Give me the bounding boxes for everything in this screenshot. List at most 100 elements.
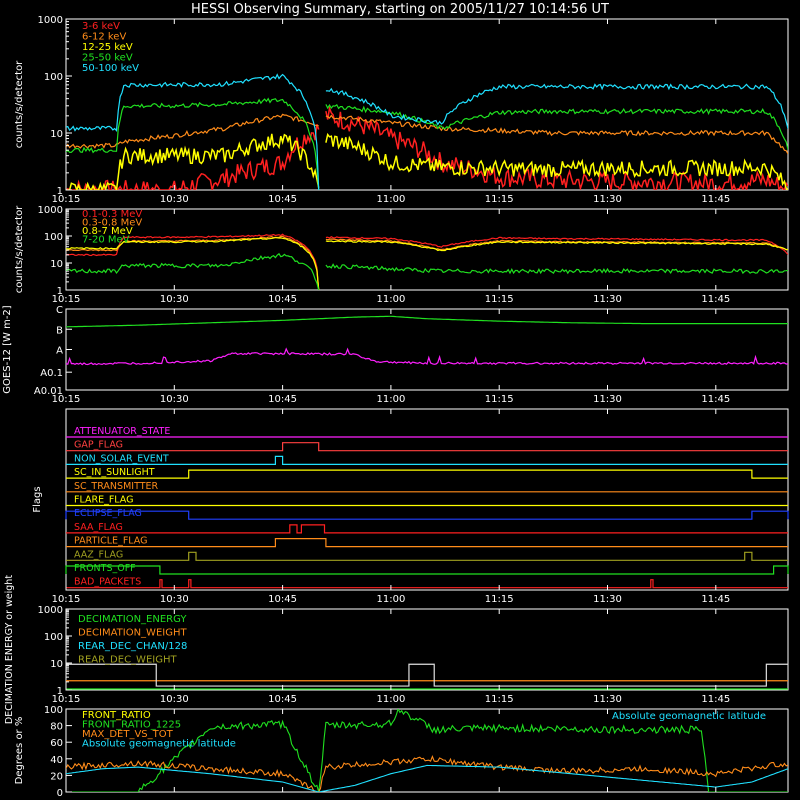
- flags-trace-8: [66, 538, 788, 548]
- gamma-ytick-label: 1000: [38, 205, 63, 216]
- decimation-series-3: [66, 663, 788, 687]
- gamma-xtick-label: 11:00: [376, 294, 405, 305]
- gamma-xtick-label: 10:15: [52, 294, 81, 305]
- ratio-legend-3: Absolute geomagnetic latitude: [82, 739, 236, 750]
- flags-xtick-label: 11:45: [701, 594, 730, 605]
- goes-xtick-label: 10:15: [52, 394, 81, 405]
- panels-layer: 110100100010:15 10:30 10:45 11:00 11:15 11:30…: [2, 15, 789, 799]
- decimation-ylabel: DECIMATION ENERGY or weight: [4, 575, 15, 724]
- gamma-ytick-label: 10: [50, 259, 63, 270]
- flags-label-1: GAP_FLAG: [74, 440, 123, 451]
- flags-label-0: ATTENUATOR_STATE: [74, 426, 170, 437]
- goes-series-0: [66, 315, 788, 328]
- hxr-frame: [65, 18, 789, 191]
- decimation-xtick-label: 11:15: [485, 694, 514, 705]
- decimation-xtick-label: 11:30: [593, 694, 622, 705]
- gamma-xtick-label: 11:30: [593, 294, 622, 305]
- flags-xtick-label: 10:30: [160, 594, 189, 605]
- decimation-ytick-label: 1000: [38, 605, 63, 616]
- decimation-xtick-label: 11:45: [701, 694, 730, 705]
- ratio-ytick-label: 20: [50, 771, 63, 782]
- decimation-legend-2: REAR_DEC_CHAN/128: [78, 641, 187, 652]
- gamma-frame: [65, 208, 789, 291]
- goes-series-1: [65, 347, 789, 366]
- ratio-annotation: Absolute geomagnetic latitude: [612, 711, 766, 722]
- goes-xtick-label: 11:15: [485, 394, 514, 405]
- flags-trace-7: [66, 524, 788, 534]
- ratio-series-2: [66, 754, 788, 792]
- gamma-xtick-label: 10:30: [160, 294, 189, 305]
- flags-trace-6: [65, 510, 789, 520]
- gamma-ylabel: counts/s/detector: [14, 205, 25, 293]
- hxr-ytick-label: 10: [50, 129, 63, 140]
- gamma-xtick-label: 11:15: [485, 294, 514, 305]
- flags-xtick-label: 11:30: [593, 594, 622, 605]
- goes-ytick-label: C: [56, 305, 63, 316]
- hxr-ylabel: counts/s/detector: [14, 60, 25, 148]
- goes-xtick-label: 11:00: [376, 394, 405, 405]
- hxr-legend-1: 6-12 keV: [82, 32, 126, 43]
- hxr-xtick-label: 11:45: [701, 194, 730, 205]
- hxr-series-group: [66, 73, 788, 190]
- hxr-ytick-label: 1000: [38, 15, 63, 26]
- flags-trace-9: [66, 551, 788, 561]
- goes-xtick-label: 11:45: [701, 394, 730, 405]
- hxr-xtick-label: 10:30: [160, 194, 189, 205]
- flags-label-5: FLARE_FLAG: [74, 495, 134, 506]
- gamma-series-group: [66, 233, 788, 290]
- goes-ytick-label: B: [56, 325, 63, 336]
- flags-xtick-label: 11:15: [485, 594, 514, 605]
- flags-ylabel: Flags: [32, 486, 43, 512]
- hessi-summary-figure: HESSI Observing Summary, starting on 200…: [0, 0, 800, 800]
- ratio-ytick-label: 40: [50, 755, 63, 766]
- goes-xtick-label: 10:30: [160, 394, 189, 405]
- flags-label-10: FRONTS_OFF: [74, 563, 136, 574]
- ratio-ytick-label: 60: [50, 738, 63, 749]
- hxr-xtick-label: 11:00: [376, 194, 405, 205]
- flags-label-8: PARTICLE_FLAG: [74, 536, 147, 547]
- flags-trace-2: [66, 455, 788, 465]
- gamma-xtick-label: 11:45: [701, 294, 730, 305]
- hxr-xtick-label: 11:30: [593, 194, 622, 205]
- flags-trace-1: [66, 442, 788, 452]
- hxr-xtick-label: 11:15: [485, 194, 514, 205]
- gamma-legend-3: 7-20 MeV: [82, 235, 130, 246]
- ratio-ylabel: Degrees or %: [14, 717, 25, 785]
- hxr-ytick-label: 100: [44, 72, 63, 83]
- goes-ytick-label: A: [56, 346, 63, 357]
- ratio-ytick-label: 100: [44, 705, 63, 716]
- decimation-xtick-label: 10:15: [52, 694, 81, 705]
- gamma-series-2: [66, 236, 788, 290]
- gamma-xtick-label: 10:45: [268, 294, 297, 305]
- flags-xtick-label: 10:45: [268, 594, 297, 605]
- flags-xtick-label: 10:15: [52, 594, 81, 605]
- flags-label-6: ECLIPSE_FLAG: [74, 508, 142, 519]
- gamma-ytick-label: 100: [44, 232, 63, 243]
- decimation-xtick-label: 11:00: [376, 694, 405, 705]
- hxr-legend-2: 12-25 keV: [82, 42, 133, 53]
- flags-trace-10: [65, 565, 789, 575]
- flags-frame: [65, 408, 789, 591]
- decimation-xtick-label: 10:45: [268, 694, 297, 705]
- decimation-legend-3: REAR_DEC_WEIGHT: [78, 655, 177, 666]
- flags-xtick-label: 11:00: [376, 594, 405, 605]
- figure-title: HESSI Observing Summary, starting on 200…: [191, 2, 609, 17]
- gamma-series-3: [66, 252, 788, 290]
- hxr-legend-3: 25-50 keV: [82, 53, 133, 64]
- hxr-xtick-label: 10:15: [52, 194, 81, 205]
- goes-xtick-label: 10:45: [268, 394, 297, 405]
- decimation-ytick-label: 10: [50, 659, 63, 670]
- flags-label-2: NON_SOLAR_EVENT: [74, 453, 169, 464]
- hxr-legend-0: 3-6 keV: [82, 21, 120, 32]
- decimation-xtick-label: 10:30: [160, 694, 189, 705]
- hxr-xtick-label: 10:45: [268, 194, 297, 205]
- decimation-ytick-label: 100: [44, 632, 63, 643]
- hxr-legend-4: 50-100 keV: [82, 63, 139, 74]
- flags-label-11: BAD_PACKETS: [74, 577, 141, 588]
- goes-ylabel: GOES-12 [W m-2]: [2, 305, 13, 393]
- decimation-legend-0: DECIMATION_ENERGY: [78, 614, 187, 625]
- flags-label-9: AAZ_FLAG: [74, 549, 123, 560]
- ratio-ytick-label: 80: [50, 722, 63, 733]
- goes-frame: [65, 308, 789, 391]
- figure-canvas: HESSI Observing Summary, starting on 200…: [2, 2, 789, 799]
